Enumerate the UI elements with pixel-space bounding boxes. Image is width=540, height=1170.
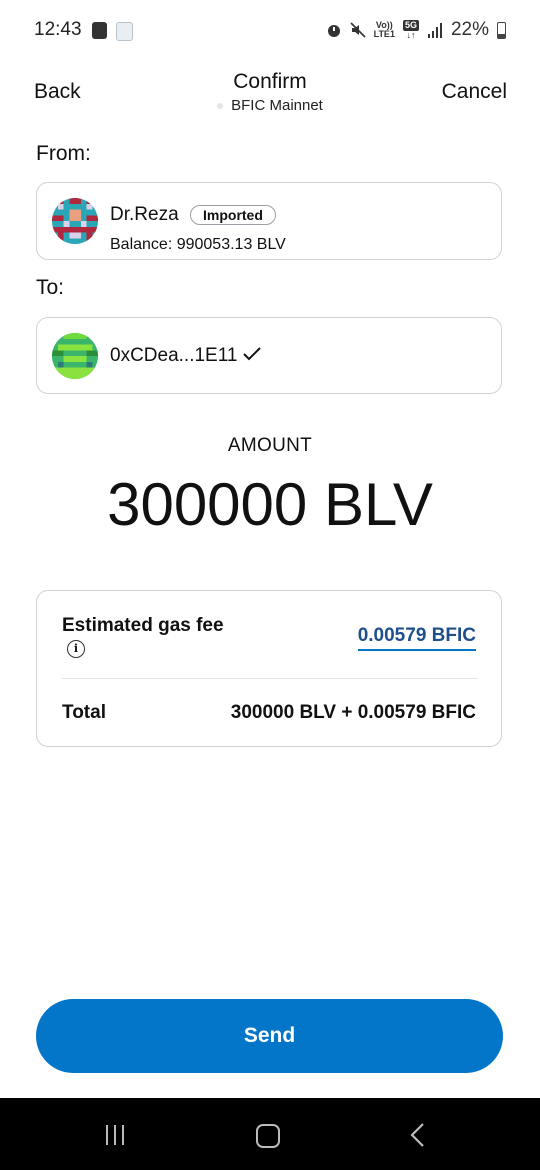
document-notification-icon <box>116 22 133 41</box>
send-button[interactable]: Send <box>36 999 503 1073</box>
total-label: Total <box>62 702 106 723</box>
fee-summary-card: Estimated gas fee i 0.00579 BFIC Total 3… <box>36 590 502 747</box>
home-icon[interactable] <box>256 1124 280 1148</box>
gas-fee-label: Estimated gas fee <box>62 615 224 636</box>
to-account-card[interactable]: 0xCDea...1E11 <box>36 317 502 394</box>
total-value: 300000 BLV + 0.00579 BFIC <box>230 702 476 723</box>
data-arrows-icon: ↓↑ <box>406 30 416 40</box>
network-name: BFIC Mainnet <box>231 97 323 114</box>
to-account-avatar <box>52 333 98 379</box>
recent-apps-icon[interactable] <box>106 1125 124 1145</box>
from-label: From: <box>36 142 91 165</box>
imported-badge: Imported <box>190 205 276 225</box>
network-type-badge: 5G ↓↑ <box>402 20 419 40</box>
cancel-button[interactable]: Cancel <box>442 80 507 104</box>
status-time: 12:43 <box>34 19 82 40</box>
status-icons: Vo)) LTE1 5G ↓↑ 22% <box>326 19 506 41</box>
network-dot-icon <box>217 103 224 110</box>
from-account-card[interactable]: Dr.Reza Imported Balance: 990053.13 BLV <box>36 182 502 260</box>
amount-label: AMOUNT <box>227 435 313 456</box>
battery-percent: 22% <box>450 19 489 40</box>
from-account-avatar <box>52 198 98 244</box>
info-icon[interactable]: i <box>67 640 85 658</box>
to-label: To: <box>36 276 65 299</box>
amount-value: 300000 BLV <box>107 471 433 538</box>
fee-divider <box>62 678 478 679</box>
back-nav-icon[interactable] <box>409 1122 427 1148</box>
signal-icon <box>427 23 442 38</box>
mute-icon <box>350 22 366 38</box>
from-balance: Balance: 990053.13 BLV <box>110 236 286 253</box>
app-notification-icon <box>92 22 107 39</box>
from-account-name: Dr.Reza <box>110 204 179 225</box>
volte-indicator: Vo)) LTE1 <box>374 21 395 39</box>
to-address-text: 0xCDea...1E11 <box>110 345 238 366</box>
to-address: 0xCDea...1E11 <box>110 345 261 367</box>
gas-fee-value[interactable]: 0.00579 BFIC <box>357 625 476 651</box>
alarm-icon <box>327 25 340 37</box>
lte-label: LTE1 <box>373 29 395 39</box>
battery-icon <box>497 21 506 39</box>
checkmark-icon <box>243 347 261 361</box>
